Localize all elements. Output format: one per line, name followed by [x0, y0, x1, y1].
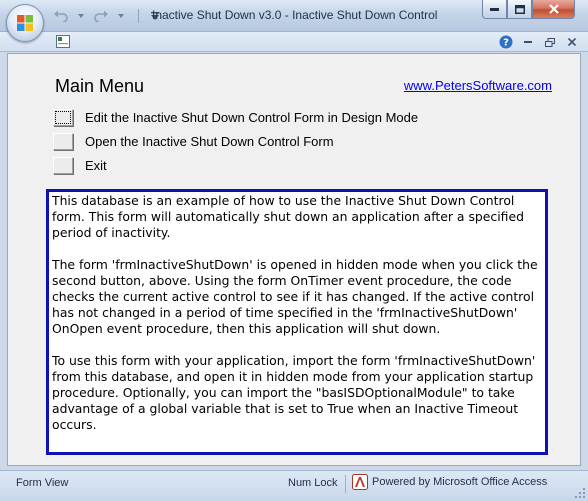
minimize-icon	[490, 7, 499, 11]
powered-by-label: Powered by Microsoft Office Access	[372, 476, 548, 488]
undo-button[interactable]	[52, 7, 70, 25]
main-menu-form: Main Menu www.PetersSoftware.com Edit th…	[7, 53, 581, 466]
maximize-icon	[514, 4, 525, 14]
exit-button[interactable]	[53, 156, 73, 174]
doc-close-button[interactable]	[564, 34, 580, 50]
edit-design-mode-button[interactable]	[53, 108, 73, 126]
menu-item-open-form: Open the Inactive Shut Down Control Form	[53, 132, 334, 150]
restore-icon	[545, 37, 555, 47]
description-paragraph: The form 'frmInactiveShutDown' is opened…	[52, 257, 538, 336]
description-paragraph: This database is an example of how to us…	[52, 193, 524, 240]
office-button[interactable]	[6, 4, 44, 42]
menu-item-label: Exit	[85, 157, 107, 173]
quick-access-toolbar	[52, 6, 164, 26]
document-bar: ?	[0, 32, 588, 52]
description-paragraph: To use this form with your application, …	[52, 353, 536, 432]
access-logo-icon	[352, 474, 368, 490]
chevron-down-icon	[78, 14, 84, 18]
form-icon	[56, 35, 70, 48]
customize-redo-dropdown[interactable]	[112, 7, 130, 25]
toolbar-divider	[138, 9, 139, 23]
form-title: Main Menu	[55, 76, 145, 96]
redo-button[interactable]	[92, 7, 110, 25]
undo-icon	[54, 10, 68, 22]
title-bar: Inactive Shut Down v3.0 - Inactive Shut …	[0, 0, 588, 32]
window-title: Inactive Shut Down v3.0 - Inactive Shut …	[152, 8, 438, 22]
resize-grip-icon[interactable]	[575, 488, 585, 498]
menu-item-label: Edit the Inactive Shut Down Control Form…	[85, 109, 419, 125]
customize-undo-dropdown[interactable]	[72, 7, 90, 25]
minimize-icon	[524, 41, 532, 43]
menu-item-label: Open the Inactive Shut Down Control Form	[85, 133, 334, 149]
close-button[interactable]	[532, 0, 575, 19]
description-textbox[interactable]: This database is an example of how to us…	[46, 189, 548, 455]
office-logo-icon	[17, 15, 33, 31]
chevron-down-icon	[118, 14, 124, 18]
numlock-indicator: Num Lock	[288, 477, 338, 489]
status-bar: Form View Num Lock Powered by Microsoft …	[0, 470, 588, 501]
close-icon	[548, 4, 559, 14]
doc-restore-button[interactable]	[542, 34, 558, 50]
redo-icon	[94, 10, 108, 22]
maximize-button[interactable]	[507, 0, 532, 19]
open-form-button[interactable]	[53, 132, 73, 150]
minimize-button[interactable]	[482, 0, 507, 19]
close-icon	[568, 38, 576, 46]
status-divider	[345, 475, 346, 493]
view-mode-label: Form View	[16, 477, 69, 489]
menu-item-edit-design: Edit the Inactive Shut Down Control Form…	[53, 108, 418, 126]
help-icon: ?	[499, 35, 513, 49]
website-link[interactable]: www.PetersSoftware.com	[404, 78, 552, 93]
document-controls: ?	[498, 34, 580, 50]
window-controls	[482, 0, 575, 20]
powered-by: Powered by Microsoft Office Access	[352, 474, 547, 490]
svg-text:?: ?	[503, 38, 509, 49]
help-button[interactable]: ?	[498, 34, 514, 50]
doc-minimize-button[interactable]	[520, 34, 536, 50]
menu-item-exit: Exit	[53, 156, 107, 174]
